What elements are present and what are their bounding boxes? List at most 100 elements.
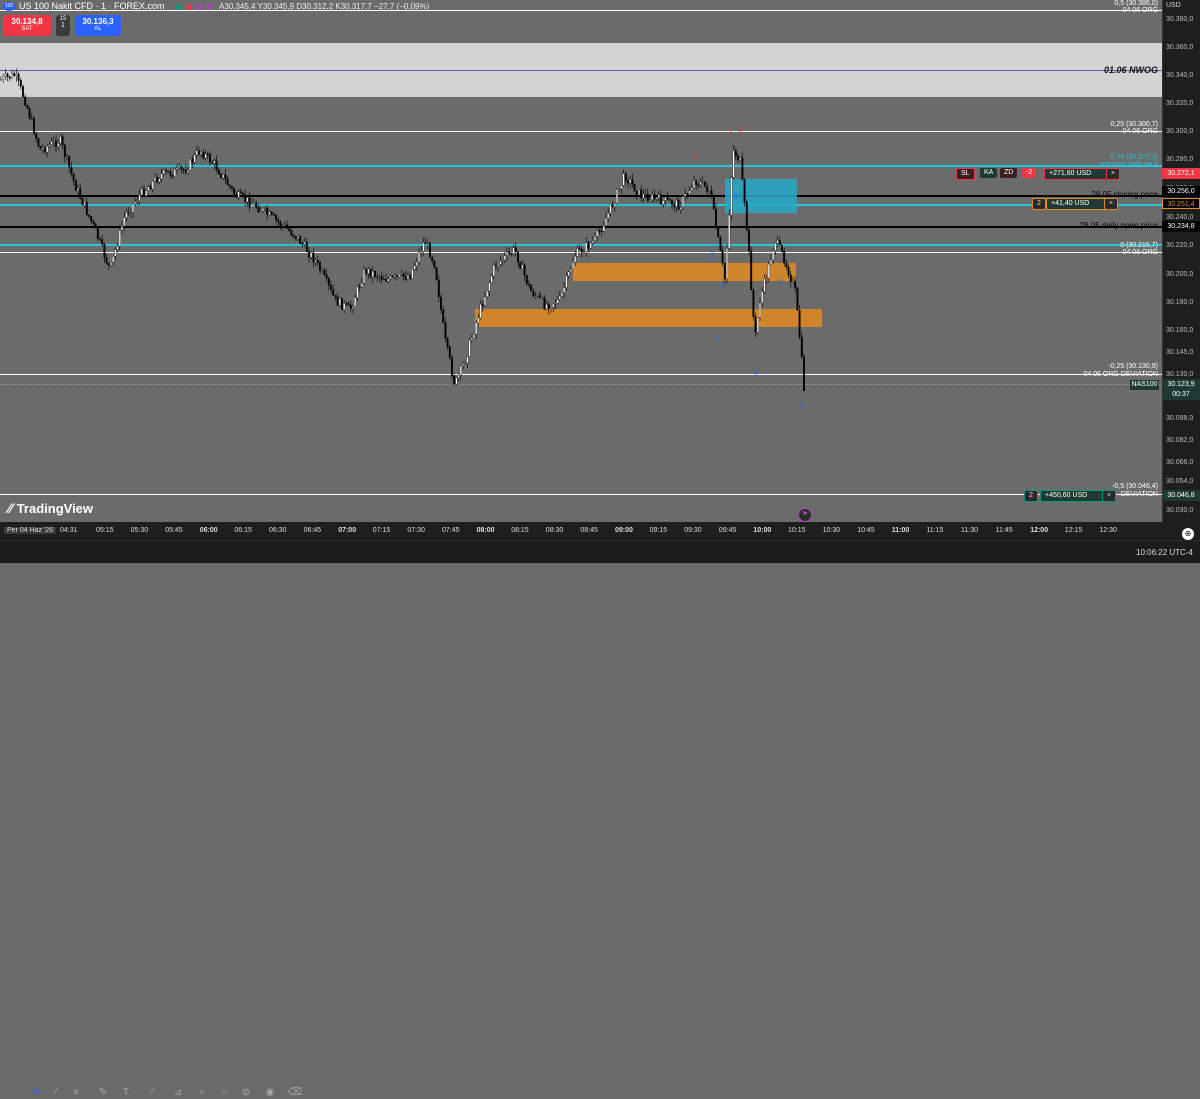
candle-body	[136, 200, 139, 203]
crosshair-icon[interactable]: ✛	[30, 1087, 42, 1099]
magnet-icon[interactable]: ∩	[218, 1087, 230, 1099]
candle-body	[44, 147, 46, 153]
candle-body	[772, 250, 775, 261]
time-tick-label: 10:30	[822, 527, 841, 534]
candle-body	[466, 356, 469, 364]
candle-body	[521, 264, 524, 269]
candle-body	[239, 191, 242, 194]
candle-body	[79, 188, 82, 199]
position-2-close[interactable]: ×	[1106, 168, 1121, 180]
zoom-icon[interactable]: ⌕	[196, 1087, 208, 1099]
candle-body	[475, 322, 478, 335]
buy-price: 30.136,3	[82, 17, 114, 26]
chart-pane[interactable]: 01.06 NWOG 0,5 (30.386,0) 04 06 ORG 0,25…	[0, 0, 1162, 522]
candle-body	[182, 169, 185, 171]
price-tick-label: 30.320,0	[1166, 100, 1194, 107]
eye-icon[interactable]: ◉	[264, 1087, 276, 1099]
candle-body	[226, 178, 229, 186]
candle-body	[770, 259, 772, 265]
time-axis-start-time: 04:31	[60, 527, 78, 534]
candle-body	[184, 170, 187, 173]
buy-button[interactable]: 30.136,3 AL	[75, 15, 121, 36]
pattern-icon[interactable]: ⟋	[146, 1087, 158, 1099]
alert-bell-icon[interactable]: ⚑	[798, 508, 812, 522]
candle-body	[59, 136, 62, 144]
position-2-pnl[interactable]: +271,60 USD	[1044, 168, 1109, 180]
position-3-qty[interactable]: 2	[1024, 490, 1038, 502]
trendline-icon[interactable]: ∕	[50, 1087, 62, 1099]
position-1-pnl[interactable]: +41,40 USD	[1046, 198, 1106, 210]
time-tick-label: 10:00	[753, 527, 772, 534]
candle-body	[418, 252, 420, 263]
price-tag-251: 30.251,4	[1162, 198, 1200, 209]
position-1-qty[interactable]: 2	[1032, 198, 1046, 210]
time-tick-label: 05:45	[165, 527, 183, 534]
candle-body	[129, 212, 132, 214]
candle-body	[312, 252, 315, 263]
sell-signal-arrow-icon: ⇩	[692, 152, 700, 162]
time-tick-label: 11:15	[926, 527, 944, 534]
candle-body	[301, 243, 304, 245]
candle-body	[11, 73, 13, 79]
candle-body	[30, 117, 33, 120]
fib-icon[interactable]: ≡	[70, 1087, 82, 1099]
candle-body	[319, 262, 321, 272]
candle-body	[2, 76, 5, 80]
position-3-pnl[interactable]: +450,60 USD	[1040, 490, 1105, 502]
candle-body	[539, 294, 541, 298]
candle-body	[235, 194, 238, 198]
position-2-sl[interactable]: SL	[956, 168, 975, 180]
candle-body	[756, 317, 759, 333]
candle-body	[734, 150, 737, 157]
price-tick-label: 30.098,0	[1166, 415, 1194, 422]
candle-body	[492, 264, 495, 277]
candle-body	[28, 108, 31, 119]
candle-body	[424, 242, 427, 244]
candle-body	[294, 236, 297, 239]
sell-signal-arrow-icon: ⇩	[737, 125, 745, 135]
price-tick-label: 30.220,0	[1166, 242, 1194, 249]
status-time[interactable]: 10:06:22 UTC-4	[1136, 548, 1193, 557]
sell-button[interactable]: 30.134,8 SAT	[3, 15, 51, 36]
trash-icon[interactable]: ⌫	[288, 1087, 302, 1099]
buy-signal-arrow-icon: ⇧	[777, 277, 785, 287]
price-tick-label: 30.030,0	[1166, 507, 1194, 514]
candle-body	[288, 228, 291, 231]
brush-icon[interactable]: ✎	[97, 1087, 109, 1099]
candle-body	[763, 278, 766, 292]
candle-body	[752, 289, 755, 318]
ruler-icon[interactable]: ⊿	[172, 1087, 184, 1099]
candle-body	[209, 153, 211, 163]
time-tick-label: 12:30	[1099, 527, 1117, 534]
candle-body	[279, 221, 282, 226]
position-2-ka[interactable]: KA	[980, 168, 998, 178]
text-icon[interactable]: T	[120, 1087, 132, 1099]
position-1-close[interactable]: ×	[1104, 198, 1119, 210]
candle-body	[134, 201, 137, 204]
lock-icon[interactable]: ⊘	[240, 1087, 252, 1099]
candle-body	[459, 365, 462, 376]
symbol-title[interactable]: US 100 Nakit CFD · 1 · FOREX.com	[19, 1, 165, 11]
position-3-close[interactable]: ×	[1102, 490, 1117, 502]
candle-body	[96, 227, 99, 239]
candle-body	[99, 238, 101, 240]
position-2-zd[interactable]: ZD	[1000, 168, 1018, 178]
candle-body	[618, 188, 621, 190]
candle-body	[248, 197, 251, 208]
candle-body	[222, 174, 225, 179]
candle-body	[785, 263, 788, 267]
candle-body	[761, 291, 764, 303]
candle-body	[781, 244, 783, 252]
candle-body	[193, 154, 196, 163]
candle-body	[356, 286, 359, 298]
candle-body	[629, 179, 632, 184]
candle-body	[530, 285, 533, 292]
candle-body	[396, 275, 398, 277]
status-dot-icon-2	[186, 4, 192, 10]
candle-body	[543, 297, 546, 310]
position-2-qty[interactable]: -2	[1022, 168, 1037, 178]
compare-button[interactable]: ⊕	[1182, 528, 1194, 540]
candle-body	[112, 256, 115, 263]
currency-label[interactable]: USD	[1166, 2, 1181, 9]
candle-body	[121, 225, 123, 231]
